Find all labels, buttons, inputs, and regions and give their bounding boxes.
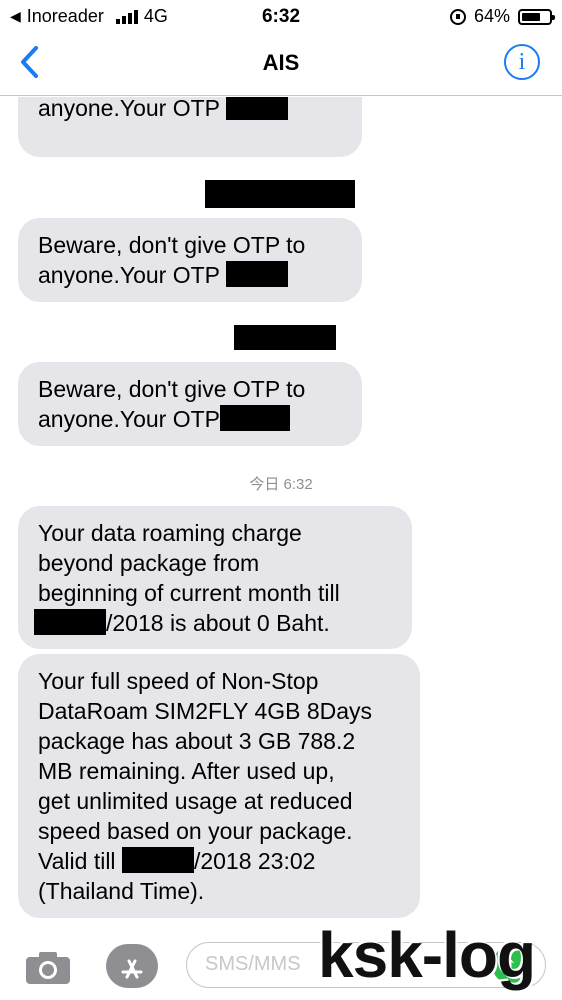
- message-bubble: Beware, don't give OTP to anyone.Your OT…: [18, 218, 362, 302]
- message-text: DataRoam SIM2FLY 4GB 8Days: [38, 698, 373, 724]
- message-text: Beware, don't give OTP to: [38, 232, 306, 258]
- message-text: Your full speed of Non-Stop: [38, 668, 319, 694]
- redacted-block: [220, 405, 290, 431]
- message-bubble: Beware, don't give OTP to anyone.Your OT…: [18, 97, 362, 157]
- message-bubble: Your data roaming charge beyond package …: [18, 506, 412, 649]
- message-text: MB remaining. After used up,: [38, 758, 335, 784]
- message-text: (Thailand Time).: [38, 878, 205, 904]
- message-text: anyone.Your OTP: [38, 97, 342, 123]
- redacted-block: [121, 847, 194, 873]
- redacted-sent-message: [234, 325, 336, 350]
- info-icon[interactable]: i: [504, 44, 540, 80]
- message-text: get unlimited usage at reduced: [38, 788, 353, 814]
- redacted-block: [225, 261, 288, 287]
- battery-icon: [518, 8, 555, 25]
- nav-bar: AIS i: [0, 34, 562, 96]
- redacted-block: [34, 609, 106, 635]
- battery-percent: 64%: [473, 6, 510, 26]
- redacted-block: [225, 97, 288, 120]
- message-text: anyone.Your OTP: [38, 404, 342, 434]
- watermark-text: ksk-log: [318, 919, 536, 991]
- message-text: /2018 is about 0 Baht.: [34, 608, 392, 638]
- status-bar: ◀ Inoreader 4G 6:32 64%: [0, 0, 562, 34]
- message-timestamp: 今日 6:32: [249, 476, 313, 493]
- message-text: speed based on your package.: [38, 818, 353, 844]
- message-bubble: Your full speed of Non-Stop DataRoam SIM…: [18, 654, 420, 918]
- redacted-sent-message: [205, 180, 355, 208]
- app-store-glyph-icon: [121, 959, 143, 979]
- conversation-title: AIS: [262, 50, 300, 75]
- message-text: Valid till /2018 23:02: [38, 847, 316, 874]
- message-text: Your data roaming charge: [38, 520, 302, 546]
- message-text: beyond package from: [38, 550, 260, 576]
- message-text: Beware, don't give OTP to: [38, 376, 306, 402]
- orientation-lock-icon: [449, 8, 466, 25]
- app-store-icon[interactable]: [106, 944, 158, 988]
- message-list[interactable]: Beware, don't give OTP to anyone.Your OT…: [0, 97, 562, 927]
- message-text: anyone.Your OTP: [38, 260, 342, 290]
- message-text: beginning of current month till: [38, 580, 340, 606]
- message-text: package has about 3 GB 788.2: [38, 728, 356, 754]
- message-bubble: Beware, don't give OTP to anyone.Your OT…: [18, 362, 362, 446]
- status-right: 64%: [449, 6, 555, 27]
- camera-icon[interactable]: [24, 950, 72, 986]
